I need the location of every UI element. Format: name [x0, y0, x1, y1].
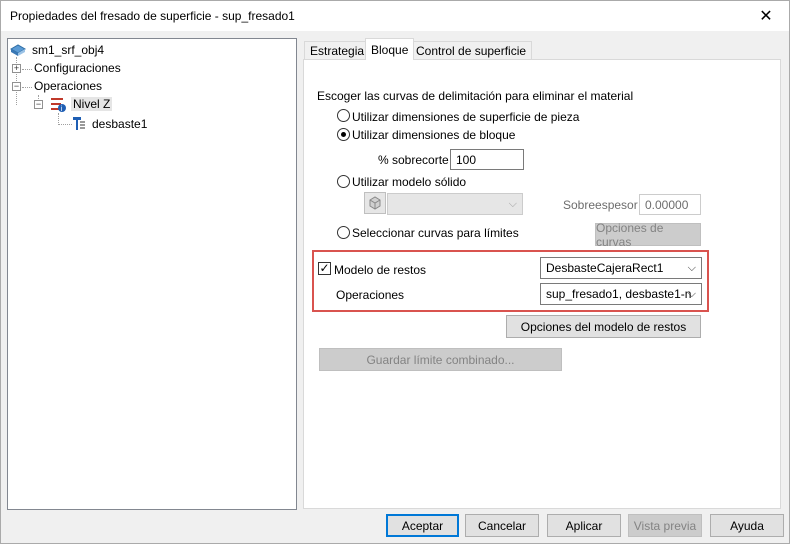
minus-icon: −	[13, 81, 20, 91]
tab-estrategia[interactable]: Estrategia	[304, 41, 371, 60]
button-label: Ayuda	[730, 518, 764, 533]
select-value: DesbasteCajeraRect1	[546, 261, 664, 275]
z-level-icon: i	[51, 98, 66, 112]
tree-label: Operaciones	[34, 79, 103, 93]
plus-icon: +	[13, 63, 20, 73]
radio-label: Seleccionar curvas para límites	[352, 226, 519, 240]
opciones-curvas-button[interactable]: Opciones de curvas	[595, 220, 701, 249]
radio-label: Utilizar dimensiones de superficie de pi…	[352, 110, 580, 124]
chevron-down-icon: ⌵	[687, 262, 696, 274]
section-heading: Escoger las curvas de delimitación para …	[317, 89, 634, 103]
input-value: 100	[456, 152, 477, 167]
sobrecorte-input[interactable]: 100	[450, 149, 524, 170]
tree-connector	[22, 87, 32, 88]
tree-label: sm1_srf_obj4	[32, 43, 105, 57]
cancelar-button[interactable]: Cancelar	[465, 514, 539, 537]
tree-label: desbaste1	[92, 117, 148, 131]
tree-item-desbaste1[interactable]: desbaste1	[70, 115, 147, 133]
tab-control-superficie[interactable]: Control de superficie	[410, 41, 533, 60]
vista-previa-button[interactable]: Vista previa	[628, 514, 702, 537]
tree-connector	[22, 69, 32, 70]
sobreespesor-input[interactable]: 0.00000	[639, 194, 701, 215]
solid-model-select[interactable]: ⌵	[387, 193, 523, 215]
tab-label: Control de superficie	[416, 44, 527, 58]
close-icon: ✕	[759, 8, 773, 25]
opciones-modelo-restos-button[interactable]: Opciones del modelo de restos	[506, 315, 701, 338]
button-label: Vista previa	[633, 518, 697, 533]
dialog-window: Propiedades del fresado de superficie - …	[0, 0, 790, 544]
radio-modelo-solido[interactable]	[337, 175, 350, 188]
radio-seleccionar-curvas[interactable]	[337, 226, 350, 239]
aceptar-button[interactable]: Aceptar	[386, 514, 459, 537]
model-icon	[10, 44, 26, 56]
radio-superficie-pieza[interactable]	[337, 109, 350, 122]
tree-item-configuraciones[interactable]: Configuraciones	[34, 59, 121, 77]
ayuda-button[interactable]: Ayuda	[710, 514, 784, 537]
check-icon: ✓	[319, 261, 330, 275]
button-label: Opciones de curvas	[596, 220, 664, 249]
title-bar: Propiedades del fresado de superficie - …	[1, 1, 789, 31]
modelo-restos-checkbox[interactable]: ✓	[318, 262, 331, 275]
button-label: Aceptar	[401, 518, 444, 533]
collapse-operaciones[interactable]: −	[12, 82, 21, 91]
roughing-tool-icon	[73, 117, 85, 130]
modelo-restos-label: Modelo de restos	[334, 263, 427, 277]
tab-label: Bloque	[371, 42, 409, 57]
svg-text:i: i	[61, 105, 63, 112]
radio-label: Utilizar modelo sólido	[352, 175, 467, 189]
aplicar-button[interactable]: Aplicar	[547, 514, 621, 537]
close-button[interactable]: ✕	[743, 1, 789, 31]
tree-item-nivel-z[interactable]: i Nivel Z	[49, 95, 113, 113]
chevron-down-icon: ⌵	[687, 288, 696, 300]
tree-label: Configuraciones	[34, 61, 121, 75]
operations-tree[interactable]: sm1_srf_obj4 + Configuraciones − Operaci…	[7, 38, 297, 510]
select-value: sup_fresado1, desbaste1-n	[546, 287, 692, 301]
tree-label: Nivel Z	[71, 97, 113, 111]
tree-item-root[interactable]: sm1_srf_obj4	[10, 41, 104, 59]
input-value: 0.00000	[645, 197, 689, 212]
button-label: Guardar límite combinado...	[366, 352, 515, 367]
button-label: Opciones del modelo de restos	[520, 319, 687, 334]
button-label: Cancelar	[477, 518, 527, 533]
button-label: Aplicar	[565, 518, 603, 533]
expand-configuraciones[interactable]: +	[12, 64, 21, 73]
minus-icon: −	[35, 99, 42, 109]
chevron-down-icon: ⌵	[508, 198, 517, 210]
operaciones-label: Operaciones	[336, 288, 405, 302]
sobrecorte-label: % sobrecorte	[378, 153, 449, 167]
tab-bloque[interactable]: Bloque	[365, 38, 415, 60]
sobreespesor-label: Sobreespesor	[563, 198, 638, 212]
window-title: Propiedades del fresado de superficie - …	[10, 9, 295, 23]
tab-label: Estrategia	[310, 44, 365, 58]
select-solid-button[interactable]	[364, 192, 386, 214]
operaciones-select[interactable]: sup_fresado1, desbaste1-n ⌵	[540, 283, 702, 305]
radio-dimensiones-bloque[interactable]	[337, 128, 350, 141]
collapse-nivel-z[interactable]: −	[34, 100, 43, 109]
cube-icon	[369, 196, 381, 210]
modelo-restos-select[interactable]: DesbasteCajeraRect1 ⌵	[540, 257, 702, 279]
guardar-limite-button[interactable]: Guardar límite combinado...	[319, 348, 562, 371]
tree-item-operaciones[interactable]: Operaciones	[34, 77, 102, 95]
radio-label: Utilizar dimensiones de bloque	[352, 128, 516, 142]
